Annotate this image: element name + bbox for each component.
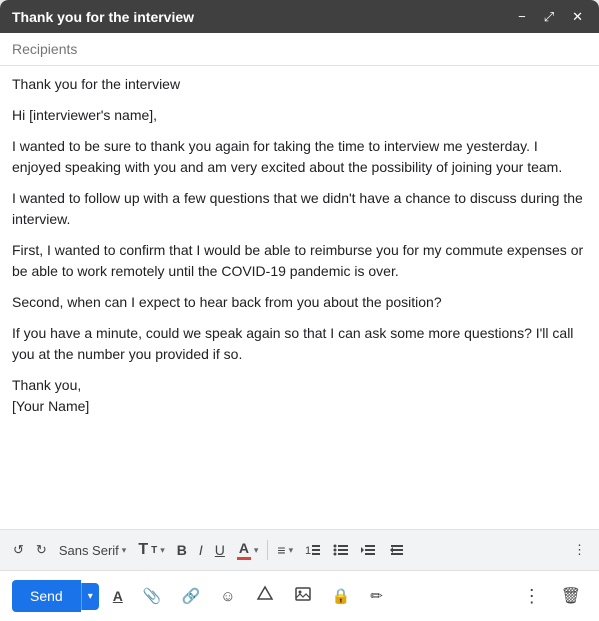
numbered-list-button[interactable]: 1.	[300, 538, 326, 562]
email-body[interactable]: Thank you for the interview Hi [intervie…	[0, 66, 599, 529]
send-button-group: Send ▾	[12, 580, 99, 612]
text-color-label: A	[239, 540, 249, 556]
font-family-caret: ▾	[122, 545, 127, 556]
title-bar-actions: − ⤢ ✕	[514, 8, 587, 25]
more-options-icon: ⋮	[523, 586, 541, 606]
insert-photo-button[interactable]	[288, 579, 318, 613]
signature-button[interactable]: ✏	[364, 581, 389, 611]
signature-icon: ✏	[370, 588, 383, 605]
more-formatting-button[interactable]: ⋮	[568, 538, 591, 562]
recipients-placeholder: Recipients	[12, 41, 77, 57]
font-family-label: Sans Serif	[59, 543, 119, 558]
send-dropdown-icon: ▾	[88, 591, 93, 602]
confidential-icon: 🔒	[332, 588, 351, 605]
email-para3: First, I wanted to confirm that I would …	[12, 240, 587, 282]
send-row: Send ▾ A 📎 🔗 ☺	[0, 570, 599, 621]
undo-button[interactable]: ↺	[8, 538, 29, 562]
format-text-icon: A	[113, 588, 123, 604]
font-size-dropdown[interactable]: T T ▾	[133, 537, 169, 563]
bold-button[interactable]: B	[172, 538, 192, 562]
title-bar: Thank you for the interview − ⤢ ✕	[0, 0, 599, 33]
expand-button[interactable]: ⤢	[540, 8, 558, 25]
email-para4: Second, when can I expect to hear back f…	[12, 292, 587, 313]
font-size-icon: T	[138, 541, 148, 559]
italic-button[interactable]: I	[194, 538, 208, 562]
insert-link-icon: 🔗	[182, 588, 201, 605]
attach-file-button[interactable]: 📎	[137, 581, 168, 611]
email-para5: If you have a minute, could we speak aga…	[12, 323, 587, 365]
indent-more-icon	[389, 542, 405, 558]
numbered-list-icon: 1.	[305, 542, 321, 558]
attach-file-icon: 📎	[143, 588, 162, 605]
format-text-button[interactable]: A	[107, 582, 129, 611]
bullet-list-icon	[333, 542, 349, 558]
insert-link-button[interactable]: 🔗	[176, 581, 207, 611]
text-color-caret: ▾	[254, 545, 259, 556]
align-dropdown[interactable]: ≡ ▾	[272, 538, 298, 562]
indent-less-icon	[361, 542, 377, 558]
redo-button[interactable]: ↻	[31, 538, 52, 562]
window-title: Thank you for the interview	[12, 9, 194, 25]
insert-emoji-button[interactable]: ☺	[214, 582, 241, 611]
close-button[interactable]: ✕	[568, 8, 587, 25]
align-caret: ▾	[289, 545, 294, 556]
confidential-button[interactable]: 🔒	[326, 581, 357, 611]
align-icon: ≡	[277, 542, 285, 558]
more-formatting-icon: ⋮	[573, 542, 586, 558]
trash-icon: 🗑	[561, 588, 581, 605]
more-options-button[interactable]: ⋮	[517, 580, 547, 613]
email-para1: I wanted to be sure to thank you again f…	[12, 136, 587, 178]
insert-emoji-icon: ☺	[220, 588, 235, 605]
minimize-button[interactable]: −	[514, 8, 530, 25]
text-color-bar	[237, 557, 251, 560]
send-dropdown-button[interactable]: ▾	[81, 583, 99, 610]
insert-photo-icon	[294, 585, 312, 603]
underline-button[interactable]: U	[210, 538, 230, 562]
compose-window: Thank you for the interview − ⤢ ✕ Recipi…	[0, 0, 599, 621]
text-color-dropdown[interactable]: A ▾	[232, 536, 264, 564]
indent-more-button[interactable]	[384, 538, 410, 562]
email-subject: Thank you for the interview	[12, 74, 587, 95]
insert-drive-button[interactable]	[250, 579, 280, 613]
formatting-toolbar: ↺ ↻ Sans Serif ▾ T T ▾ B I U A ▾ ≡ ▾	[0, 529, 599, 570]
font-size-caret: ▾	[160, 545, 165, 556]
recipients-row[interactable]: Recipients	[0, 33, 599, 66]
font-family-dropdown[interactable]: Sans Serif ▾	[54, 539, 132, 562]
font-size-subtext: T	[151, 545, 157, 556]
toolbar-divider-1	[267, 540, 268, 560]
insert-drive-icon	[256, 585, 274, 603]
email-greeting: Hi [interviewer's name],	[12, 105, 587, 126]
send-button[interactable]: Send	[12, 580, 81, 612]
email-para2: I wanted to follow up with a few questio…	[12, 188, 587, 230]
indent-less-button[interactable]	[356, 538, 382, 562]
bullet-list-button[interactable]	[328, 538, 354, 562]
discard-button[interactable]: 🗑	[555, 580, 587, 612]
email-closing: Thank you, [Your Name]	[12, 375, 587, 417]
